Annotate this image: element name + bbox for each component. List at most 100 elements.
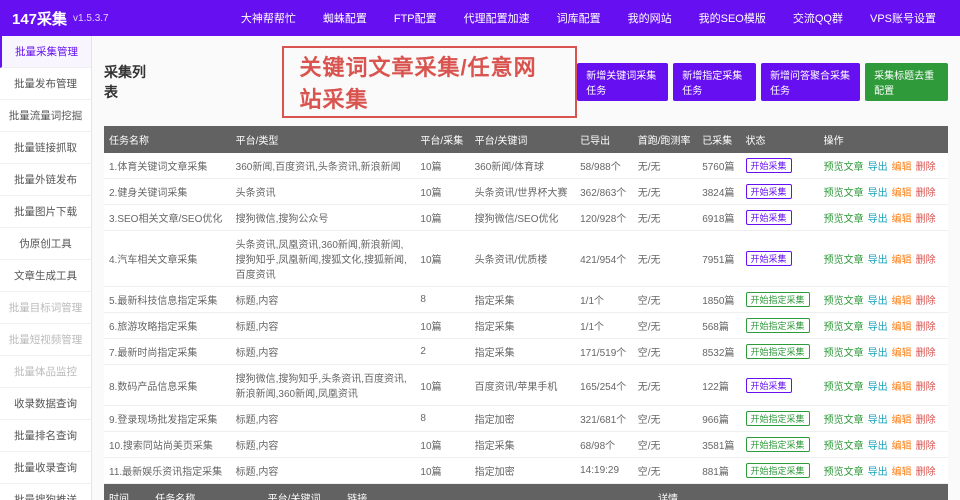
export-link[interactable]: 导出 bbox=[868, 348, 888, 359]
sidebar-item[interactable]: 批量短视频管理 bbox=[0, 324, 91, 356]
preview-link[interactable]: 预览文章 bbox=[824, 382, 864, 393]
sidebar-item[interactable]: 批量流量词挖掘 bbox=[0, 100, 91, 132]
status-badge[interactable]: 开始采集 bbox=[746, 158, 792, 173]
action-button[interactable]: 新增问答聚合采集任务 bbox=[761, 63, 860, 101]
table-row: 2.健身关键词采集头条资讯10篇头条资讯/世界杯大赛362/863个无/无382… bbox=[104, 179, 948, 205]
sidebar-item[interactable]: 批量采集管理 bbox=[0, 36, 91, 68]
table-row: 3.SEO相关文章/SEO优化搜狗微信,搜狗公众号10篇搜狗微信/SEO优化12… bbox=[104, 205, 948, 231]
preview-link[interactable]: 预览文章 bbox=[824, 415, 864, 426]
delete-link[interactable]: 删除 bbox=[916, 255, 936, 266]
action-button[interactable]: 采集标题去重配置 bbox=[865, 63, 948, 101]
status-badge[interactable]: 开始指定采集 bbox=[746, 463, 810, 478]
app-brand: 147采集 bbox=[12, 8, 67, 29]
table-row: 9.登录现场批发指定采集标题,内容8指定加密321/681个空/无966篇开始指… bbox=[104, 406, 948, 432]
sidebar-item[interactable]: 批量发布管理 bbox=[0, 68, 91, 100]
preview-link[interactable]: 预览文章 bbox=[824, 188, 864, 199]
preview-link[interactable]: 预览文章 bbox=[824, 441, 864, 452]
status-badge[interactable]: 开始指定采集 bbox=[746, 411, 810, 426]
preview-link[interactable]: 预览文章 bbox=[824, 348, 864, 359]
sidebar-item[interactable]: 批量图片下载 bbox=[0, 196, 91, 228]
col-header: 任务名称 bbox=[104, 126, 231, 153]
status-badge[interactable]: 开始采集 bbox=[746, 184, 792, 199]
export-link[interactable]: 导出 bbox=[868, 415, 888, 426]
topnav-item[interactable]: 大神帮帮忙 bbox=[229, 0, 308, 36]
preview-link[interactable]: 预览文章 bbox=[824, 255, 864, 266]
edit-link[interactable]: 编辑 bbox=[892, 415, 912, 426]
table-row: 7.最新时尚指定采集标题,内容2指定采集171/519个空/无8532篇开始指定… bbox=[104, 339, 948, 365]
topnav-item[interactable]: 词库配置 bbox=[545, 0, 613, 36]
preview-link[interactable]: 预览文章 bbox=[824, 162, 864, 173]
col-header: 平台/关键词 bbox=[263, 484, 343, 500]
status-badge[interactable]: 开始指定采集 bbox=[746, 437, 810, 452]
status-badge[interactable]: 开始指定采集 bbox=[746, 344, 810, 359]
topnav-item[interactable]: VPS账号设置 bbox=[858, 0, 948, 36]
export-link[interactable]: 导出 bbox=[868, 322, 888, 333]
delete-link[interactable]: 删除 bbox=[916, 214, 936, 225]
delete-link[interactable]: 删除 bbox=[916, 348, 936, 359]
sidebar-item[interactable]: 批量目标词管理 bbox=[0, 292, 91, 324]
export-link[interactable]: 导出 bbox=[868, 188, 888, 199]
delete-link[interactable]: 删除 bbox=[916, 382, 936, 393]
delete-link[interactable]: 删除 bbox=[916, 162, 936, 173]
sidebar-item[interactable]: 批量排名查询 bbox=[0, 420, 91, 452]
sidebar-item[interactable]: 批量体品监控 bbox=[0, 356, 91, 388]
row-ops: 预览文章导出编辑删除 bbox=[819, 458, 948, 484]
sidebar-item[interactable]: 文章生成工具 bbox=[0, 260, 91, 292]
export-link[interactable]: 导出 bbox=[868, 441, 888, 452]
edit-link[interactable]: 编辑 bbox=[892, 162, 912, 173]
topnav-item[interactable]: 蜘蛛配置 bbox=[311, 0, 379, 36]
status-badge[interactable]: 开始指定采集 bbox=[746, 292, 810, 307]
topnav-item[interactable]: 交流QQ群 bbox=[781, 0, 855, 36]
delete-link[interactable]: 删除 bbox=[916, 296, 936, 307]
sidebar-item[interactable]: 批量收录查询 bbox=[0, 452, 91, 484]
delete-link[interactable]: 删除 bbox=[916, 322, 936, 333]
preview-link[interactable]: 预览文章 bbox=[824, 322, 864, 333]
export-link[interactable]: 导出 bbox=[868, 162, 888, 173]
col-header: 详情 bbox=[653, 484, 948, 500]
edit-link[interactable]: 编辑 bbox=[892, 467, 912, 478]
feature-banner: 关键词文章采集/任意网站采集 bbox=[282, 46, 578, 118]
sidebar-item[interactable]: 批量搜狗推送 bbox=[0, 484, 91, 500]
col-header: 操作 bbox=[819, 126, 948, 153]
row-ops: 预览文章导出编辑删除 bbox=[819, 179, 948, 205]
edit-link[interactable]: 编辑 bbox=[892, 348, 912, 359]
topnav-item[interactable]: 我的网站 bbox=[616, 0, 684, 36]
export-link[interactable]: 导出 bbox=[868, 382, 888, 393]
edit-link[interactable]: 编辑 bbox=[892, 382, 912, 393]
delete-link[interactable]: 删除 bbox=[916, 415, 936, 426]
export-link[interactable]: 导出 bbox=[868, 467, 888, 478]
action-button[interactable]: 新增指定采集任务 bbox=[673, 63, 756, 101]
export-link[interactable]: 导出 bbox=[868, 255, 888, 266]
delete-link[interactable]: 删除 bbox=[916, 467, 936, 478]
sidebar-item[interactable]: 伪原创工具 bbox=[0, 228, 91, 260]
row-ops: 预览文章导出编辑删除 bbox=[819, 313, 948, 339]
preview-link[interactable]: 预览文章 bbox=[824, 214, 864, 225]
action-button[interactable]: 新增关键词采集任务 bbox=[577, 63, 668, 101]
edit-link[interactable]: 编辑 bbox=[892, 188, 912, 199]
sidebar: 批量采集管理批量发布管理批量流量词挖掘批量链接抓取批量外链发布批量图片下载伪原创… bbox=[0, 36, 92, 500]
edit-link[interactable]: 编辑 bbox=[892, 214, 912, 225]
edit-link[interactable]: 编辑 bbox=[892, 322, 912, 333]
delete-link[interactable]: 删除 bbox=[916, 188, 936, 199]
table-row: 5.最新科技信息指定采集标题,内容8指定采集1/1个空/无1850篇开始指定采集… bbox=[104, 287, 948, 313]
sidebar-item[interactable]: 批量外链发布 bbox=[0, 164, 91, 196]
preview-link[interactable]: 预览文章 bbox=[824, 467, 864, 478]
sidebar-item[interactable]: 批量链接抓取 bbox=[0, 132, 91, 164]
status-badge[interactable]: 开始采集 bbox=[746, 251, 792, 266]
status-badge[interactable]: 开始采集 bbox=[746, 210, 792, 225]
sidebar-item[interactable]: 收录数据查询 bbox=[0, 388, 91, 420]
topnav-item[interactable]: FTP配置 bbox=[382, 0, 449, 36]
topnav-item[interactable]: 代理配置加速 bbox=[452, 0, 542, 36]
status-badge[interactable]: 开始指定采集 bbox=[746, 318, 810, 333]
topnav-item[interactable]: 我的SEO模版 bbox=[687, 0, 778, 36]
preview-link[interactable]: 预览文章 bbox=[824, 296, 864, 307]
edit-link[interactable]: 编辑 bbox=[892, 441, 912, 452]
export-link[interactable]: 导出 bbox=[868, 296, 888, 307]
edit-link[interactable]: 编辑 bbox=[892, 296, 912, 307]
edit-link[interactable]: 编辑 bbox=[892, 255, 912, 266]
status-badge[interactable]: 开始采集 bbox=[746, 378, 792, 393]
delete-link[interactable]: 删除 bbox=[916, 441, 936, 452]
table-row: 6.旅游攻略指定采集标题,内容10篇指定采集1/1个空/无568篇开始指定采集预… bbox=[104, 313, 948, 339]
export-link[interactable]: 导出 bbox=[868, 214, 888, 225]
col-header: 已导出 bbox=[575, 126, 633, 153]
